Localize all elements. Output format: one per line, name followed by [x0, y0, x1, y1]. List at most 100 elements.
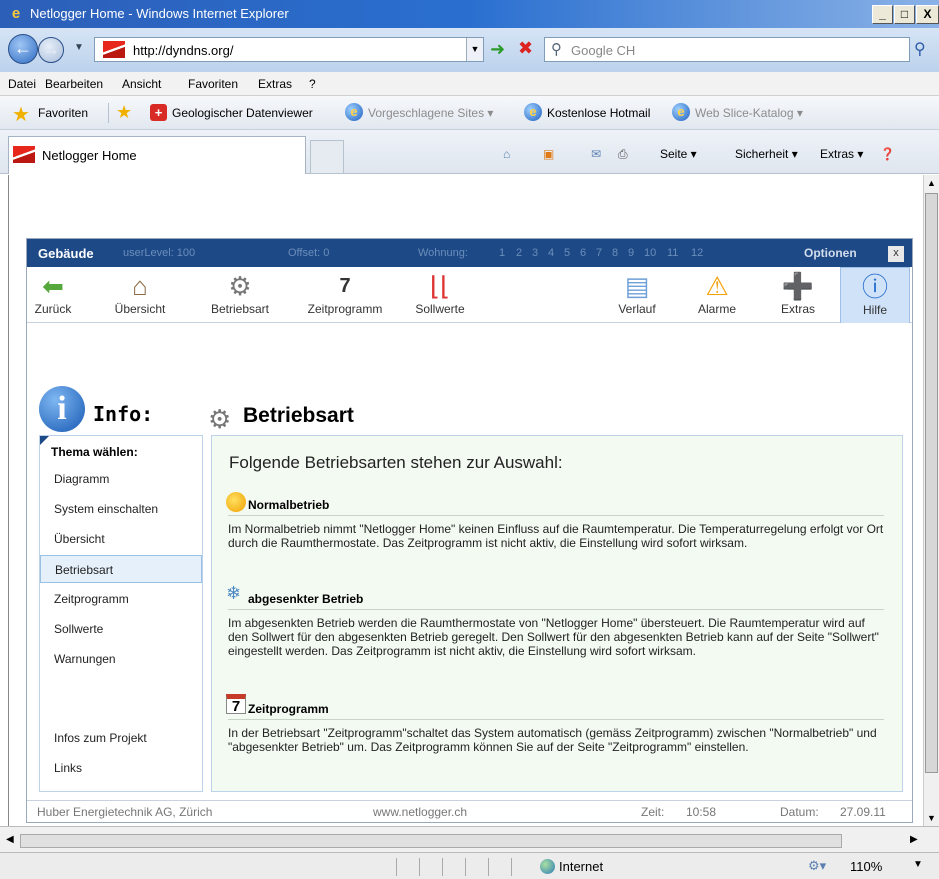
wohnung-12[interactable]: 12 [691, 247, 703, 259]
section-normalbetrieb-text: Im Normalbetrieb nimmt "Netlogger Home" … [228, 522, 884, 550]
sidebar-item-diagramm[interactable]: Diagramm [40, 465, 202, 493]
zoom-dropdown-icon[interactable]: ▼ [913, 859, 923, 870]
menu-extras[interactable]: Extras [258, 77, 292, 91]
scroll-left-icon[interactable]: ◀ [6, 834, 14, 845]
wohnung-5[interactable]: 5 [564, 247, 570, 259]
sidebar-item-infos-projekt[interactable]: Infos zum Projekt [40, 724, 202, 752]
wohnung-7[interactable]: 7 [596, 247, 602, 259]
fav-kostenlose-hotmail[interactable]: Kostenlose Hotmail [547, 106, 650, 120]
info-title: Info: [93, 402, 154, 426]
close-window-button[interactable]: X [916, 5, 939, 24]
mail-icon[interactable]: ✉ [591, 147, 601, 161]
options-button[interactable]: Optionen [804, 246, 857, 260]
horizontal-scrollbar[interactable]: ◀ ▶ [0, 826, 939, 852]
section-divider [228, 515, 884, 516]
new-tab-button[interactable] [310, 140, 344, 174]
fav-web-slice-katalog[interactable]: Web Slice-Katalog ▾ [695, 106, 803, 120]
menu-favoriten[interactable]: Favoriten [188, 77, 238, 91]
command-extras[interactable]: Extras ▾ [820, 147, 863, 161]
footer-website[interactable]: www.netlogger.ch [373, 805, 467, 819]
toolbar-uebersicht[interactable]: ⌂ Übersicht [105, 267, 175, 323]
user-level: userLevel: 100 [123, 247, 196, 259]
toolbar-sollwerte[interactable]: ⌊⌊ Sollwerte [405, 267, 475, 323]
toolbar-zeitprogramm[interactable]: 7 Zeitprogramm [295, 267, 395, 323]
favorites-star-icon[interactable]: ★ [12, 102, 30, 127]
sidebar-item-warnungen[interactable]: Warnungen [40, 645, 202, 673]
footer-date: 27.09.11 [840, 805, 886, 819]
zoom-level[interactable]: 110% [850, 859, 882, 874]
print-icon[interactable]: ⎙ [618, 147, 628, 162]
wohnung-11[interactable]: 11 [667, 247, 678, 259]
geo-viewer-icon: + [150, 104, 167, 121]
netlogger-app: Gebäude userLevel: 100 Offset: 0 Wohnung… [26, 238, 913, 823]
toolbar-betriebsart[interactable]: ⚙ Betriebsart [205, 267, 275, 323]
forward-button[interactable]: → [38, 37, 64, 63]
sidebar-item-links[interactable]: Links [40, 754, 202, 782]
search-go-icon[interactable]: ⚲ [914, 39, 926, 59]
warning-icon: ⚠ [705, 271, 729, 301]
sidebar-item-zeitprogramm[interactable]: Zeitprogramm [40, 585, 202, 613]
app-header: Gebäude userLevel: 100 Offset: 0 Wohnung… [27, 239, 912, 267]
app-close-button[interactable]: x [888, 246, 904, 262]
sidebar-item-sollwerte[interactable]: Sollwerte [40, 615, 202, 643]
home-icon[interactable]: ⌂ [503, 147, 510, 161]
content-lead: Folgende Betriebsarten stehen zur Auswah… [229, 453, 563, 472]
wohnung-6[interactable]: 6 [580, 247, 586, 259]
wohnung-8[interactable]: 8 [612, 247, 618, 259]
gear-icon: ⚙ [228, 271, 252, 301]
add-favorite-icon[interactable]: ★ [116, 102, 132, 123]
toolbar-sollwerte-label: Sollwerte [415, 302, 465, 316]
toolbar-verlauf[interactable]: ▤ Verlauf [607, 267, 667, 323]
go-arrow-icon[interactable]: ➜ [490, 39, 505, 60]
ie-suggested-icon: e [345, 103, 363, 121]
command-seite[interactable]: Seite ▾ [660, 147, 697, 161]
sidebar-item-betriebsart[interactable]: Betriebsart [40, 555, 202, 583]
maximize-button[interactable]: □ [894, 5, 915, 24]
help-icon[interactable]: ❓ [880, 147, 895, 161]
stop-icon[interactable]: ✖ [518, 38, 533, 59]
thermometer-icon: ⌊⌊ [429, 271, 451, 301]
menu-bearbeiten[interactable]: Bearbeiten [45, 77, 103, 91]
vertical-scroll-thumb[interactable] [925, 193, 938, 773]
wohnung-9[interactable]: 9 [628, 247, 634, 259]
toolbar-zurueck[interactable]: ⬅ Zurück [27, 267, 79, 323]
toolbar-hilfe[interactable]: ⓘ Hilfe [840, 267, 910, 323]
calendar-icon: 7 [226, 694, 246, 715]
toolbar-alarme[interactable]: ⚠ Alarme [687, 267, 747, 323]
wohnung-2[interactable]: 2 [516, 247, 522, 259]
protected-mode-icon[interactable]: ⚙▾ [808, 858, 826, 874]
vertical-scrollbar[interactable]: ▲ ▼ [923, 175, 939, 826]
scroll-right-icon[interactable]: ▶ [910, 834, 918, 845]
back-button[interactable]: ← [8, 34, 38, 64]
house-icon: ⌂ [132, 271, 148, 301]
address-dropdown[interactable]: ▼ [466, 38, 483, 61]
menu-datei[interactable]: Datei [8, 77, 36, 91]
favorites-button[interactable]: Favoriten [38, 106, 88, 120]
tab-netlogger-home[interactable]: Netlogger Home [8, 136, 306, 174]
fav-vorgeschlagene-sites[interactable]: Vorgeschlagene Sites ▾ [368, 106, 493, 120]
sidebar-heading: Thema wählen: [51, 445, 138, 459]
toolbar-extras[interactable]: ➕ Extras [769, 267, 827, 323]
wohnung-10[interactable]: 10 [644, 247, 656, 259]
menu-ansicht[interactable]: Ansicht [122, 77, 161, 91]
command-sicherheit[interactable]: Sicherheit ▾ [735, 147, 798, 161]
history-dropdown[interactable]: ▼ [74, 42, 84, 53]
toolbar-zurueck-label: Zurück [34, 302, 72, 316]
feeds-icon[interactable]: ▣ [543, 147, 554, 161]
scroll-down-icon[interactable]: ▼ [924, 810, 939, 826]
section-title: Betriebsart [243, 404, 354, 427]
fav-geologischer-datenviewer[interactable]: Geologischer Datenviewer [172, 106, 313, 120]
horizontal-scroll-thumb[interactable] [20, 834, 842, 848]
minimize-button[interactable]: _ [872, 5, 893, 24]
menu-help[interactable]: ? [309, 77, 316, 91]
scroll-up-icon[interactable]: ▲ [924, 175, 939, 191]
sidebar-item-system-einschalten[interactable]: System einschalten [40, 495, 202, 523]
wohnung-1[interactable]: 1 [499, 247, 505, 259]
toolbar-hilfe-label: Hilfe [862, 303, 887, 317]
wohnung-3[interactable]: 3 [532, 247, 538, 259]
address-input[interactable]: http://dyndns.org/ ▼ [94, 37, 484, 62]
sidebar-item-uebersicht[interactable]: Übersicht [40, 525, 202, 553]
search-input[interactable]: ⚲ Google CH [544, 37, 910, 62]
wohnung-4[interactable]: 4 [548, 247, 554, 259]
status-bar: Internet ⚙▾ 110% ▼ [0, 852, 939, 879]
